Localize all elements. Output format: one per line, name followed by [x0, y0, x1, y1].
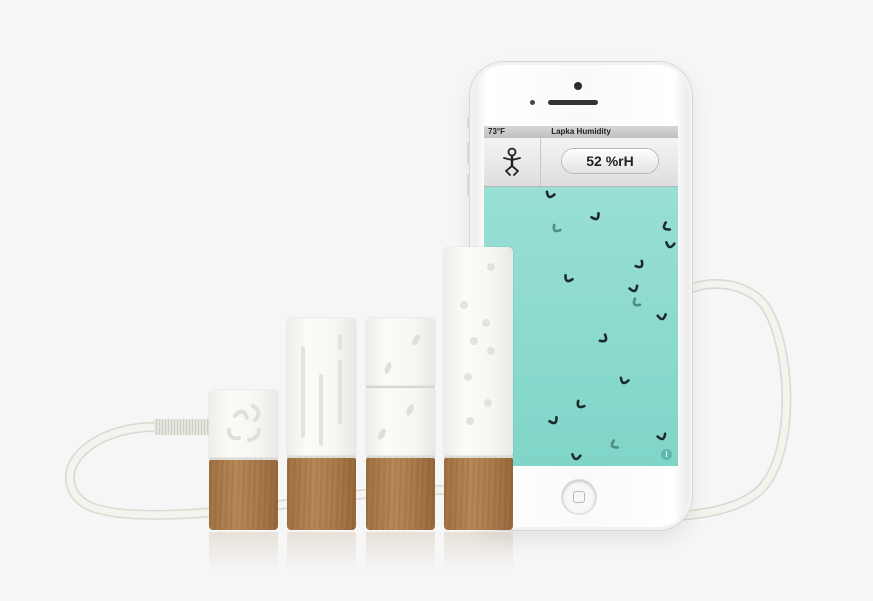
- header-divider: [540, 138, 541, 186]
- particle-field: [545, 190, 676, 461]
- environment-sensor-device: [366, 318, 435, 572]
- humidity-visualization: i: [484, 187, 678, 466]
- humidity-particle: [552, 223, 562, 233]
- baby-icon[interactable]: [500, 147, 524, 177]
- humidity-particle: [564, 273, 574, 283]
- baby-sensor-pattern: [227, 404, 261, 442]
- humidity-particle: [571, 453, 582, 461]
- humidity-particle: [634, 259, 644, 269]
- earpiece-speaker: [548, 100, 598, 105]
- humidity-particle: [632, 297, 642, 307]
- humidity-particle: [598, 333, 608, 343]
- humidity-particle: [619, 376, 630, 385]
- humidity-particle: [590, 211, 600, 221]
- humidity-particle: [656, 432, 667, 441]
- status-bar: 73°F Lapka Humidity: [484, 126, 678, 138]
- cable: [64, 279, 792, 522]
- wood-base: [209, 460, 278, 530]
- wood-base: [444, 458, 513, 530]
- humidity-particle: [628, 284, 639, 293]
- volume-up-button: [467, 142, 470, 164]
- organic-sensor-device: [444, 247, 513, 572]
- environment-sensor-pattern: [378, 334, 420, 440]
- wood-base: [366, 458, 435, 530]
- usb-connector: [154, 419, 210, 435]
- volume-down-button: [467, 174, 470, 196]
- humidity-particle: [662, 221, 672, 231]
- radiation-sensor-pattern: [301, 334, 342, 446]
- app-title: Lapka Humidity: [551, 127, 611, 136]
- home-button[interactable]: [562, 480, 596, 514]
- humidity-particle: [665, 241, 676, 249]
- app-header: 52 %rH: [484, 138, 678, 187]
- organic-sensor-pattern: [460, 263, 495, 425]
- wood-base: [287, 458, 356, 530]
- radiation-sensor-device: [287, 318, 356, 572]
- product-scene: 73°F Lapka Humidity 52 %rH i: [0, 0, 873, 601]
- phone-screen: 73°F Lapka Humidity 52 %rH i: [484, 126, 678, 466]
- humidity-particle: [548, 415, 558, 425]
- baby-sensor-device: [209, 390, 278, 572]
- proximity-sensor: [530, 100, 535, 105]
- info-icon[interactable]: i: [661, 449, 672, 460]
- humidity-particle: [576, 399, 586, 409]
- mute-switch: [467, 117, 470, 129]
- humidity-reading-button[interactable]: 52 %rH: [562, 149, 658, 173]
- humidity-particle: [610, 439, 620, 449]
- front-camera: [574, 82, 582, 90]
- humidity-particle: [545, 190, 556, 199]
- humidity-particle: [656, 313, 667, 321]
